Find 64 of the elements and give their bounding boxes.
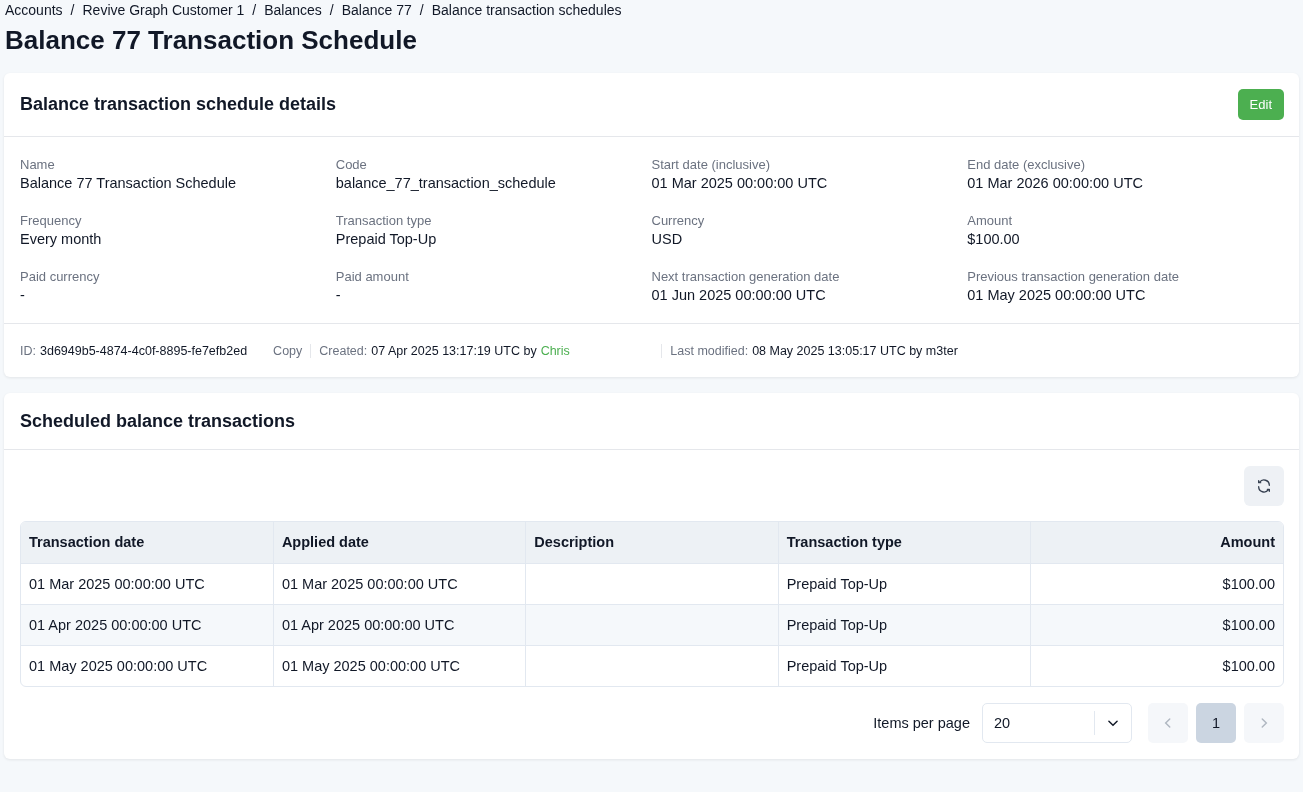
- table-cell: 01 Mar 2025 00:00:00 UTC: [21, 563, 274, 604]
- table-cell: 01 May 2025 00:00:00 UTC: [21, 645, 274, 686]
- field-label: Paid currency: [20, 269, 101, 284]
- field-label: Previous transaction generation date: [967, 269, 1180, 284]
- field-label: Paid amount: [335, 269, 410, 284]
- table-cell: 01 Apr 2025 00:00:00 UTC: [21, 604, 274, 645]
- field-value: Balance 77 Transaction Schedule: [20, 175, 238, 191]
- items-per-page-select[interactable]: 20: [982, 703, 1132, 743]
- created-label: Created:: [319, 343, 368, 358]
- breadcrumb-link[interactable]: Revive Graph Customer 1: [82, 1, 245, 18]
- table-cell: 01 May 2025 00:00:00 UTC: [273, 645, 526, 686]
- id-label: ID:: [20, 343, 36, 358]
- field-label: Frequency: [20, 213, 83, 228]
- breadcrumb-separator: /: [70, 1, 75, 18]
- table-cell: $100.00: [1030, 604, 1283, 645]
- refresh-icon: [1256, 478, 1272, 494]
- field-value: 01 Mar 2026 00:00:00 UTC: [967, 175, 1144, 191]
- field-value: USD: [651, 231, 684, 247]
- field-value: Every month: [20, 231, 103, 247]
- card-title: Balance transaction schedule details: [20, 94, 337, 115]
- field-label: Currency: [651, 213, 706, 228]
- items-per-page-label: Items per page: [873, 715, 970, 731]
- table-cell: Prepaid Top-Up: [778, 645, 1031, 686]
- field-label: Next transaction generation date: [651, 269, 841, 284]
- created-value: 07 Apr 2025 13:17:19 UTC by: [371, 343, 537, 358]
- breadcrumb-link[interactable]: Balance 77: [341, 1, 412, 18]
- modified-value: 08 May 2025 13:05:17 UTC by m3ter: [752, 343, 958, 358]
- breadcrumb-separator: /: [252, 1, 257, 18]
- field-value: -: [20, 287, 26, 303]
- table-cell: $100.00: [1030, 645, 1283, 686]
- page-title: Balance 77 Transaction Schedule: [5, 24, 418, 57]
- table-cell: 01 Mar 2025 00:00:00 UTC: [273, 563, 526, 604]
- field-label: Start date (inclusive): [651, 157, 771, 172]
- breadcrumb-link[interactable]: Accounts: [5, 1, 63, 18]
- table-cell: $100.00: [1030, 563, 1283, 604]
- table-cell: Prepaid Top-Up: [778, 604, 1031, 645]
- table-cell: 01 Apr 2025 00:00:00 UTC: [273, 604, 526, 645]
- field-label: Code: [335, 157, 368, 172]
- field-value: -: [335, 287, 342, 303]
- field-value: 01 May 2025 00:00:00 UTC: [967, 287, 1147, 303]
- copy-button[interactable]: Copy: [265, 343, 312, 358]
- refresh-button[interactable]: [1244, 466, 1284, 506]
- column-header: Transaction date: [21, 522, 274, 563]
- field-label: Amount: [967, 213, 1014, 228]
- modified-label: Last modified:: [670, 343, 749, 358]
- column-header: Applied date: [273, 522, 526, 563]
- page-button[interactable]: 1: [1196, 703, 1236, 743]
- breadcrumb-separator: /: [329, 1, 334, 18]
- field-label: End date (exclusive): [967, 157, 1087, 172]
- column-header: Transaction type: [778, 522, 1031, 563]
- field-value: $100.00: [967, 231, 1021, 247]
- field-label: Name: [20, 157, 56, 172]
- field-value: Prepaid Top-Up: [335, 231, 438, 247]
- field-value: 01 Mar 2025 00:00:00 UTC: [651, 175, 829, 191]
- field-value: 01 Jun 2025 00:00:00 UTC: [651, 287, 827, 303]
- column-header: Description: [525, 522, 779, 563]
- breadcrumb-link[interactable]: Balances: [264, 1, 322, 18]
- table-cell: Prepaid Top-Up: [778, 563, 1031, 604]
- breadcrumb-separator: /: [419, 1, 424, 18]
- id-value: 3d6949b5-4874-4c0f-8895-fe7efb2ed: [40, 343, 248, 358]
- field-label: Transaction type: [335, 213, 433, 228]
- column-header: Amount: [1030, 522, 1283, 563]
- card-title: Scheduled balance transactions: [20, 410, 296, 432]
- field-value: balance_77_transaction_schedule: [335, 175, 557, 191]
